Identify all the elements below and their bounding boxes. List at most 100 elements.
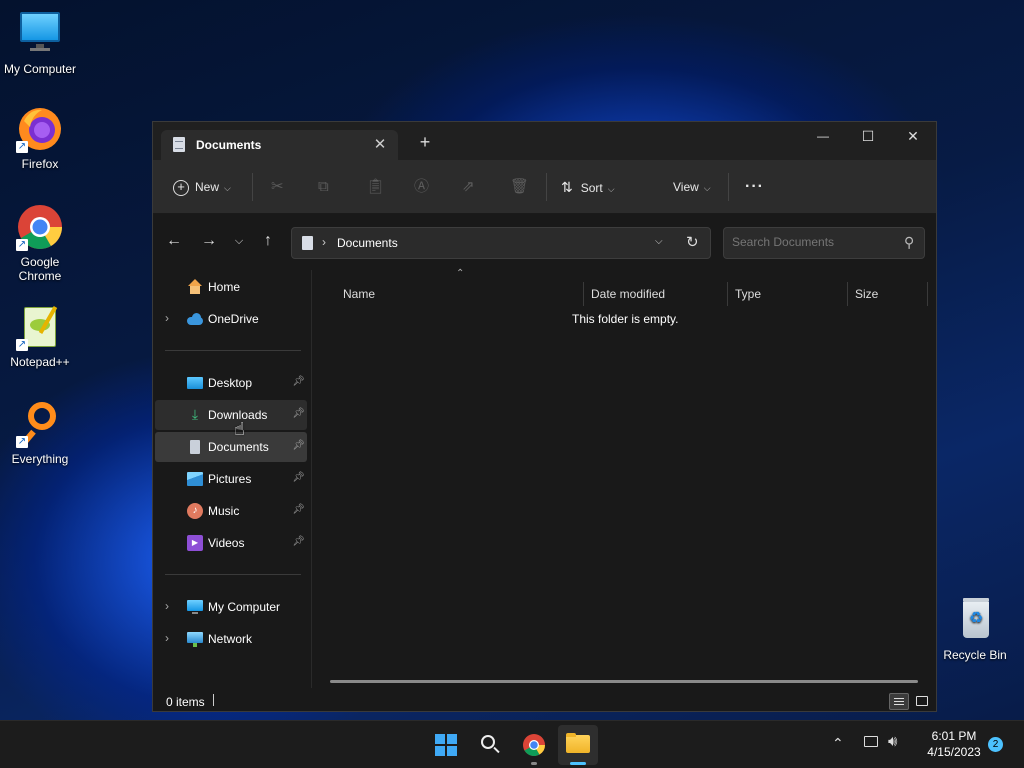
- nav-item-documents[interactable]: Documents 📌︎: [155, 432, 307, 462]
- clock-time: 6:01 PM: [931, 729, 977, 743]
- taskbar: ⌃ 🔊︎ 6:01 PM 4/15/2023 2: [0, 720, 1024, 768]
- close-tab-icon[interactable]: ✕: [372, 135, 388, 153]
- copy-icon[interactable]: ⧉: [318, 176, 329, 198]
- nav-item-home[interactable]: Home: [155, 272, 307, 302]
- breadcrumb-documents[interactable]: Documents: [337, 236, 398, 250]
- nav-item-pictures[interactable]: Pictures 📌︎: [155, 464, 307, 494]
- magnifier-icon: ↗: [16, 400, 64, 448]
- search-icon[interactable]: ⚲: [904, 234, 914, 251]
- start-button[interactable]: [426, 725, 466, 765]
- item-count: 0 items: [166, 695, 205, 709]
- desktop-icon-notepadpp[interactable]: ↗ Notepad++: [0, 303, 80, 369]
- chevron-right-icon[interactable]: ›: [165, 599, 169, 613]
- divider: [165, 350, 301, 351]
- pin-icon: 📌︎: [292, 440, 305, 451]
- status-bar: 0 items: [153, 688, 936, 712]
- desktop-icon-my-computer[interactable]: My Computer: [0, 10, 80, 76]
- refresh-icon[interactable]: ↻: [686, 233, 699, 251]
- forward-button[interactable]: →: [198, 232, 220, 250]
- active-app-indicator: [570, 762, 586, 765]
- desktop-icon-recycle-bin[interactable]: ♻ Recycle Bin: [935, 596, 1015, 662]
- cut-icon[interactable]: ✂: [271, 176, 284, 198]
- search-box: ⚲: [723, 227, 925, 259]
- pin-icon: 📌︎: [292, 536, 305, 547]
- see-more-button[interactable]: ···: [745, 176, 764, 198]
- column-header-type[interactable]: Type: [735, 282, 761, 306]
- minimize-button[interactable]: —: [800, 122, 846, 152]
- network-status-icon[interactable]: [864, 736, 878, 747]
- search-button[interactable]: [470, 725, 510, 765]
- tiles-view-icon[interactable]: [913, 693, 931, 710]
- address-bar[interactable]: › Documents ⌵ ↻: [291, 227, 711, 259]
- videos-icon: ▶: [187, 535, 203, 551]
- chevron-down-icon: ⌵: [224, 183, 231, 193]
- new-button[interactable]: + New ⌵: [173, 176, 231, 198]
- paste-icon[interactable]: 📋︎: [366, 176, 385, 198]
- file-explorer-taskbar-button[interactable]: [558, 725, 598, 765]
- nav-item-videos[interactable]: ▶ Videos 📌︎: [155, 528, 307, 558]
- notification-badge[interactable]: 2: [988, 737, 1003, 752]
- divider: [165, 574, 301, 575]
- windows-logo-icon: [435, 734, 457, 756]
- nav-label: My Computer: [208, 600, 281, 614]
- sort-indicator-icon: ⌃: [456, 268, 465, 279]
- sort-icon: ⇅: [561, 179, 573, 195]
- nav-item-music[interactable]: ♪ Music 📌︎: [155, 496, 307, 526]
- clock[interactable]: 6:01 PM 4/15/2023: [918, 728, 990, 760]
- nav-item-desktop[interactable]: Desktop 📌︎: [155, 368, 307, 398]
- address-dropdown-icon[interactable]: ⌵: [655, 236, 663, 247]
- column-divider[interactable]: [927, 282, 928, 306]
- nav-label: OneDrive: [208, 312, 259, 326]
- tab-documents[interactable]: Documents ✕: [161, 130, 398, 160]
- column-divider[interactable]: [583, 282, 584, 306]
- chevron-down-icon: ⌵: [607, 184, 615, 194]
- share-icon[interactable]: ⇗: [462, 176, 475, 198]
- chrome-icon: ↗: [16, 203, 64, 251]
- desktop-icon-firefox[interactable]: ↗ Firefox: [0, 105, 80, 171]
- search-input[interactable]: [732, 235, 892, 249]
- column-header-size[interactable]: Size: [855, 282, 878, 306]
- sort-label: Sort: [580, 181, 603, 195]
- column-divider[interactable]: [727, 282, 728, 306]
- column-header-date-modified[interactable]: Date modified: [591, 282, 665, 306]
- details-view-icon[interactable]: [889, 693, 909, 710]
- running-indicator: [531, 762, 537, 765]
- new-tab-button[interactable]: +: [415, 132, 435, 153]
- column-header-name[interactable]: Name: [343, 282, 375, 306]
- chevron-right-icon[interactable]: ›: [165, 631, 169, 645]
- nav-item-downloads[interactable]: ⤓ Downloads 📌︎: [155, 400, 307, 430]
- desktop-icon-label: Everything: [11, 452, 69, 466]
- delete-icon[interactable]: 🗑︎: [510, 176, 529, 198]
- chevron-right-icon[interactable]: ›: [165, 311, 169, 325]
- document-icon: [173, 137, 185, 152]
- desktop-icon-everything[interactable]: ↗ Everything: [0, 400, 80, 466]
- rename-icon[interactable]: Ⓐ: [414, 176, 429, 198]
- desktop-icon-label: Google Chrome: [18, 255, 62, 283]
- desktop-icon-chrome[interactable]: ↗ Google Chrome: [0, 203, 80, 283]
- divider: [252, 173, 253, 201]
- empty-folder-message: This folder is empty.: [572, 312, 679, 326]
- title-bar: Documents ✕ + — ☐ ✕: [153, 122, 936, 160]
- horizontal-scrollbar[interactable]: [330, 680, 918, 683]
- column-divider[interactable]: [847, 282, 848, 306]
- recent-locations-button[interactable]: ⌵: [228, 235, 250, 248]
- sort-button[interactable]: ⇅ Sort ⌵: [561, 176, 615, 198]
- show-hidden-icons-button[interactable]: ⌃: [832, 735, 844, 752]
- back-button[interactable]: ←: [163, 232, 185, 250]
- up-button[interactable]: ↑: [257, 232, 279, 250]
- shortcut-arrow-icon: ↗: [16, 339, 28, 351]
- nav-item-onedrive[interactable]: › OneDrive: [155, 304, 307, 334]
- nav-label: Documents: [208, 440, 269, 454]
- shortcut-arrow-icon: ↗: [16, 141, 28, 153]
- chrome-taskbar-button[interactable]: [514, 725, 554, 765]
- nav-item-my-computer[interactable]: › My Computer: [155, 592, 307, 622]
- maximize-button[interactable]: ☐: [845, 122, 891, 152]
- view-button[interactable]: View ⌵: [673, 176, 711, 198]
- nav-item-network[interactable]: › Network: [155, 624, 307, 654]
- monitor-icon: [187, 599, 203, 615]
- status-divider: [213, 694, 214, 706]
- volume-icon[interactable]: 🔊︎: [888, 733, 897, 750]
- network-icon: [187, 631, 203, 647]
- monitor-icon: [16, 10, 64, 58]
- close-button[interactable]: ✕: [890, 122, 936, 152]
